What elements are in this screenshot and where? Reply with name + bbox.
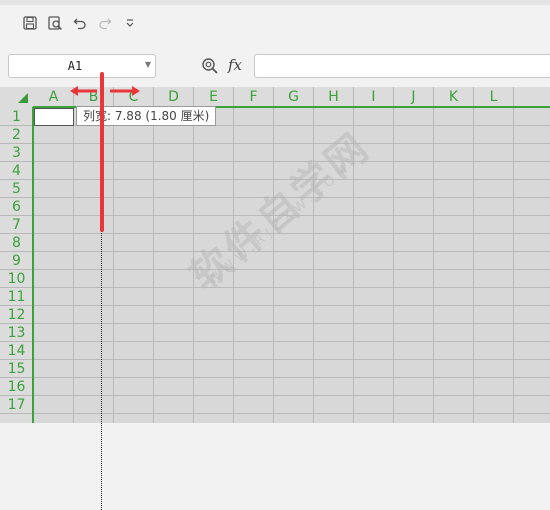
row-header-7[interactable]: 7 xyxy=(0,216,33,234)
redo-icon[interactable] xyxy=(96,14,114,32)
annotation-red-line xyxy=(100,72,104,232)
fx-label[interactable]: fx xyxy=(228,55,248,75)
select-all-corner[interactable] xyxy=(0,87,33,107)
column-width-tooltip: 列宽: 7.88 (1.80 厘米) xyxy=(76,106,217,126)
column-resize-guide xyxy=(101,228,102,510)
chevron-down-icon[interactable]: ▼ xyxy=(145,60,151,69)
column-header-d[interactable]: D xyxy=(154,87,194,107)
find-zoom-icon[interactable] xyxy=(201,57,219,75)
column-header-a[interactable]: A xyxy=(34,87,74,107)
name-box[interactable]: A1 ▼ xyxy=(8,54,156,78)
save-icon[interactable] xyxy=(21,14,39,32)
column-header-k[interactable]: K xyxy=(434,87,474,107)
row-header-3[interactable]: 3 xyxy=(0,144,33,162)
name-box-value: A1 xyxy=(67,59,83,73)
row-header-8[interactable]: 8 xyxy=(0,234,33,252)
row-header-5[interactable]: 5 xyxy=(0,180,33,198)
column-header-h[interactable]: H xyxy=(314,87,354,107)
row-header-4[interactable]: 4 xyxy=(0,162,33,180)
spreadsheet-grid: ABCDEFGHIJKL 1 2 3 4 5 6 7 8 9 10 11 12 13 14 15 16 17 列… xyxy=(0,87,550,423)
column-header-i[interactable]: I xyxy=(354,87,394,107)
formula-input[interactable] xyxy=(254,54,550,78)
row-header-12[interactable]: 12 xyxy=(0,306,33,324)
row-header-13[interactable]: 13 xyxy=(0,324,33,342)
row-header-15[interactable]: 15 xyxy=(0,360,33,378)
row-header-6[interactable]: 6 xyxy=(0,198,33,216)
undo-icon[interactable] xyxy=(71,14,89,32)
column-header-l[interactable]: L xyxy=(474,87,514,107)
row-header-9[interactable]: 9 xyxy=(0,252,33,270)
active-cell-a1[interactable] xyxy=(34,108,74,126)
print-preview-icon[interactable] xyxy=(46,14,64,32)
left-arrow-icon xyxy=(70,85,98,101)
right-arrow-icon xyxy=(110,85,140,101)
row-header-1[interactable]: 1 xyxy=(0,108,33,126)
row-header-17[interactable]: 17 xyxy=(0,396,33,414)
customize-dropdown-icon[interactable] xyxy=(121,14,139,32)
formula-bar: A1 ▼ fx xyxy=(0,41,550,87)
column-header-f[interactable]: F xyxy=(234,87,274,107)
column-header-e[interactable]: E xyxy=(194,87,234,107)
quick-access-toolbar xyxy=(0,5,550,41)
row-header-16[interactable]: 16 xyxy=(0,378,33,396)
row-header-11[interactable]: 11 xyxy=(0,288,33,306)
column-header-g[interactable]: G xyxy=(274,87,314,107)
row-header-10[interactable]: 10 xyxy=(0,270,33,288)
cell-grid[interactable] xyxy=(34,108,550,423)
select-all-triangle-icon xyxy=(18,93,28,103)
row-header-14[interactable]: 14 xyxy=(0,342,33,360)
column-header-j[interactable]: J xyxy=(394,87,434,107)
row-header-2[interactable]: 2 xyxy=(0,126,33,144)
